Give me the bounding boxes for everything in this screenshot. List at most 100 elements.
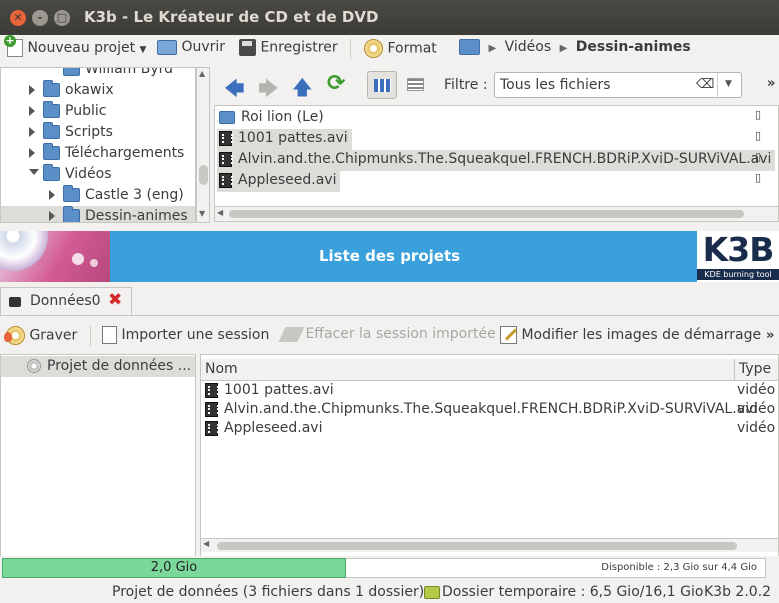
project-file-name: 1001 pattes.avi xyxy=(224,382,334,398)
burn-disc-icon xyxy=(4,326,25,345)
video-file-icon xyxy=(205,401,219,417)
detail-view-button[interactable] xyxy=(402,71,430,99)
tab-label: Données0 xyxy=(30,293,101,309)
tree-vertical-scrollbar[interactable]: ▲ ▼ xyxy=(196,67,210,223)
new-project-button[interactable]: + Nouveau projet ▼ xyxy=(4,35,146,59)
file-list-horizontal-scrollbar[interactable]: ◀ xyxy=(214,207,779,222)
breadcrumb-separator-icon: ▶ xyxy=(559,43,568,54)
floppy-disk-icon xyxy=(239,39,256,56)
tree-item-label: Castle 3 (eng) xyxy=(85,187,184,203)
tree-item[interactable]: William Byrd xyxy=(1,68,195,80)
chevron-down-icon[interactable]: ▼ xyxy=(725,79,732,89)
expanded-arrow-icon[interactable] xyxy=(29,169,39,175)
import-session-button[interactable]: Importer une session xyxy=(102,326,269,346)
project-file-type: vidéo A xyxy=(737,420,778,436)
forward-arrow-icon[interactable]: 🡆 xyxy=(258,74,279,108)
tree-item-label: Scripts xyxy=(65,124,113,140)
column-header-type[interactable]: Type xyxy=(735,359,778,381)
file-list-item[interactable]: Roi lion (Le) xyxy=(217,108,328,129)
open-folder-icon xyxy=(157,39,177,55)
new-project-label: Nouveau projet xyxy=(27,40,136,56)
project-scroll-thumb[interactable] xyxy=(217,542,737,550)
close-tab-icon[interactable]: ✖ xyxy=(108,290,122,310)
breadcrumb-current[interactable]: Dessin-animes xyxy=(576,39,691,55)
window-title: K3b - Le Kréateur de CD et de DVD xyxy=(84,8,379,26)
main-toolbar: + Nouveau projet ▼ Ouvrir Enregistrer Fo… xyxy=(0,35,779,63)
reload-icon[interactable]: ⟳ xyxy=(327,71,345,96)
window-minimize-button[interactable]: – xyxy=(32,10,48,26)
file-list[interactable]: Roi lion (Le) 1001 pattes.avi Alvin.and.th… xyxy=(214,105,779,207)
save-button[interactable]: Enregistrer xyxy=(239,39,338,59)
edit-boot-images-label: Modifier les images de démarrage xyxy=(521,327,762,343)
tree-item[interactable]: Vidéos xyxy=(1,164,195,185)
folder-icon[interactable] xyxy=(459,39,480,55)
folder-icon xyxy=(43,80,60,97)
project-file-list[interactable]: Nom Type 1001 pattes.avi vidéo AAlvin.and… xyxy=(200,354,779,562)
breadcrumb: ▶ Vidéos ▶ Dessin-animes xyxy=(459,39,691,59)
collapsed-arrow-icon[interactable] xyxy=(29,127,35,137)
toolbar-separator xyxy=(90,326,91,346)
scroll-left-icon[interactable]: ◀ xyxy=(203,539,209,548)
file-list-item[interactable]: Appleseed.avi xyxy=(217,171,341,192)
project-horizontal-scrollbar[interactable]: ◀ xyxy=(201,538,778,552)
project-root-item[interactable]: Projet de données ... xyxy=(1,356,195,377)
project-info-text: Projet de données (3 fichiers dans 1 dos… xyxy=(112,584,425,600)
tree-item[interactable]: Castle 3 (eng) xyxy=(1,185,195,206)
up-arrow-icon[interactable]: 🡅 xyxy=(292,73,313,107)
table-row[interactable]: Alvin.and.the.Chipmunks.The.Squeakquel.F… xyxy=(205,401,757,420)
folder-icon xyxy=(43,164,60,181)
burn-button[interactable]: Graver xyxy=(4,326,77,346)
format-button[interactable]: Format xyxy=(364,39,437,59)
open-button[interactable]: Ouvrir xyxy=(157,39,225,59)
more-tools-icon[interactable]: » xyxy=(766,328,774,343)
collapsed-arrow-icon[interactable] xyxy=(49,211,55,221)
back-arrow-icon[interactable]: 🡄 xyxy=(224,74,245,108)
collapsed-arrow-icon[interactable] xyxy=(49,190,55,200)
folder-tree[interactable]: William Byrd okawix Public Scripts Télécharg… xyxy=(0,67,196,223)
disc-icon xyxy=(27,359,41,373)
filter-combobox[interactable]: Tous les fichiers ⌫ ▼ xyxy=(494,72,742,98)
clear-text-icon[interactable]: ⌫ xyxy=(696,77,714,92)
capacity-bar[interactable]: 2,0 Gio Disponible : 2,3 Gio sur 4,4 Gio xyxy=(0,556,779,580)
collapsed-arrow-icon[interactable] xyxy=(29,148,35,158)
window-close-button[interactable]: ✕ xyxy=(10,10,26,26)
project-file-type: vidéo A xyxy=(737,401,778,417)
tab-separator xyxy=(0,315,779,316)
import-document-icon xyxy=(102,326,117,344)
scroll-up-icon[interactable]: ▲ xyxy=(199,69,205,78)
file-list-item[interactable]: Alvin.and.the.Chipmunks.The.Squeakquel.F… xyxy=(217,150,776,171)
banner-title: Liste des projets xyxy=(318,247,461,265)
breadcrumb-videos[interactable]: Vidéos xyxy=(505,39,552,55)
scroll-left-icon[interactable]: ◀ xyxy=(217,208,223,217)
folder-icon xyxy=(43,143,60,160)
open-label: Ouvrir xyxy=(181,39,226,55)
tree-scroll-thumb[interactable] xyxy=(199,165,208,185)
scroll-down-icon[interactable]: ▼ xyxy=(199,209,205,218)
tab-project-data[interactable]: Données0 ✖ xyxy=(0,287,132,316)
tree-item[interactable]: Dessin-animes xyxy=(1,206,195,222)
table-row[interactable]: 1001 pattes.avi xyxy=(205,382,334,401)
tree-item[interactable]: okawix xyxy=(1,80,195,101)
logo-text: K3B xyxy=(702,230,775,269)
project-tree[interactable]: Projet de données ... xyxy=(0,354,196,562)
project-file-name: Appleseed.avi xyxy=(224,420,323,436)
tree-item[interactable]: Téléchargements xyxy=(1,143,195,164)
collapsed-arrow-icon[interactable] xyxy=(29,106,35,116)
edit-boot-images-button[interactable]: Modifier les images de démarrage xyxy=(500,326,761,346)
k3b-logo: K3B KDE burning tool xyxy=(697,231,779,282)
tree-item[interactable]: Scripts xyxy=(1,122,195,143)
file-list-item[interactable]: 1001 pattes.avi xyxy=(217,129,352,150)
eraser-icon xyxy=(278,326,305,342)
tree-item-label: Téléchargements xyxy=(65,145,185,161)
more-tools-icon[interactable]: » xyxy=(767,76,775,91)
file-list-scroll-thumb[interactable] xyxy=(229,210,744,218)
clear-session-button[interactable]: Effacer la session importée xyxy=(278,326,496,346)
table-row[interactable]: Appleseed.avi xyxy=(205,420,322,439)
window-maximize-button[interactable]: □ xyxy=(54,10,70,26)
tree-item[interactable]: Public xyxy=(1,101,195,122)
column-header-name[interactable]: Nom xyxy=(201,359,735,381)
temp-dir-text[interactable]: Dossier temporaire : 6,5 Gio/16,1 Gio xyxy=(442,584,703,600)
file-list-column-edge: ▯ ▯ ▯ ▯ xyxy=(755,108,762,184)
icon-view-button[interactable] xyxy=(367,71,397,99)
collapsed-arrow-icon[interactable] xyxy=(29,85,35,95)
